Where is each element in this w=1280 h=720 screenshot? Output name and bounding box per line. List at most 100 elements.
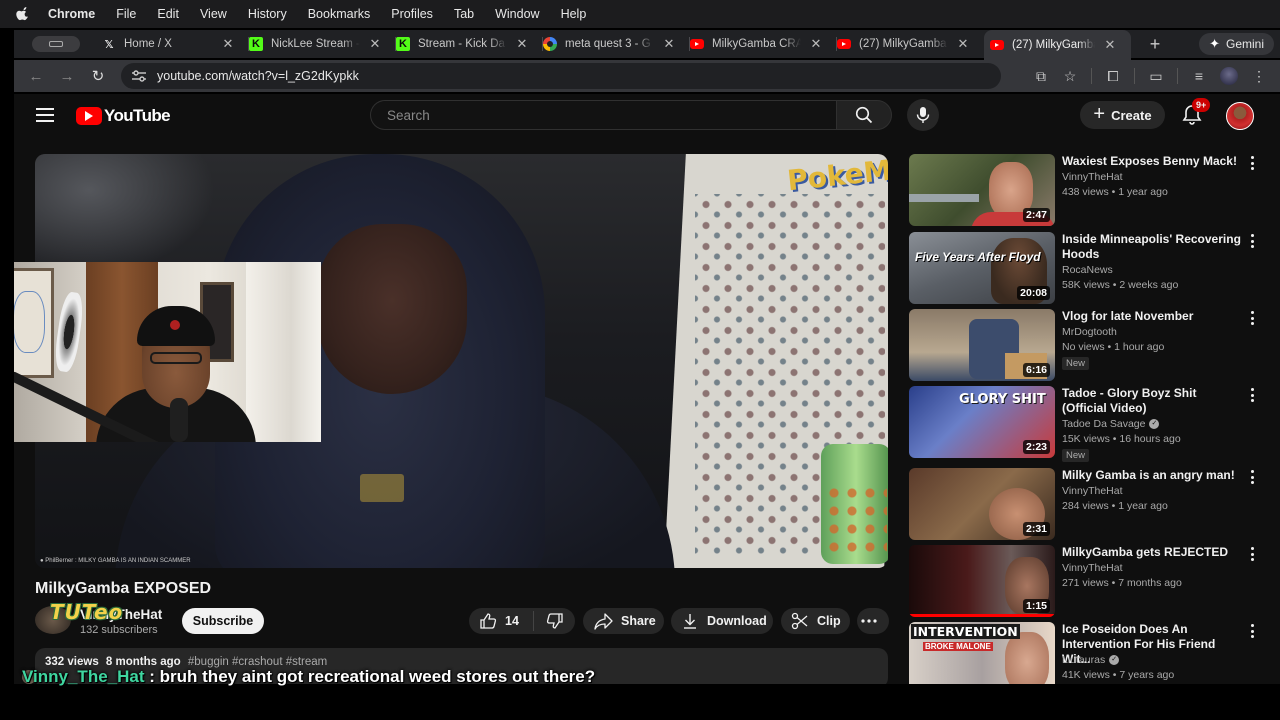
video-title[interactable]: MilkyGamba gets REJECTED [1062, 545, 1244, 560]
video-title[interactable]: Vlog for late November [1062, 309, 1244, 324]
more-vertical-icon[interactable] [1251, 311, 1255, 325]
more-vertical-icon[interactable] [1251, 388, 1255, 402]
tab-close-icon[interactable]: ✕ [515, 36, 529, 52]
video-channel[interactable]: VinnyTheHat [1062, 561, 1252, 576]
search-input[interactable]: Search [370, 100, 836, 130]
menu-view[interactable]: View [200, 7, 227, 21]
tab-close-icon[interactable]: ✕ [662, 36, 676, 52]
tab-close-icon[interactable]: ✕ [221, 36, 235, 52]
tab-search-icon[interactable] [32, 36, 80, 52]
account-avatar[interactable] [1226, 102, 1254, 130]
video-channel[interactable]: VinnyTheHat [1062, 484, 1252, 499]
download-button[interactable]: Download [671, 608, 773, 634]
menu-bookmarks[interactable]: Bookmarks [308, 7, 371, 21]
browser-tab-active[interactable]: (27) MilkyGamba ✕ [984, 30, 1131, 60]
media-controls-icon[interactable]: ≡ [1191, 68, 1207, 84]
new-tab-button[interactable]: + [1145, 34, 1165, 55]
reload-icon[interactable]: ↻ [89, 67, 107, 85]
video-title[interactable]: Tadoe - Glory Boyz Shit (Official Video) [1062, 386, 1244, 416]
recommended-video[interactable]: GLORY SHIT 2:23 Tadoe - Glory Boyz Shit … [909, 386, 1269, 462]
tab-title: Stream - Kick Da [418, 38, 505, 50]
video-meta: 271 views • 7 months ago [1062, 577, 1182, 589]
install-app-icon[interactable]: ⧉ [1033, 68, 1049, 84]
menu-tab[interactable]: Tab [454, 7, 474, 21]
clip-button[interactable]: Clip [781, 608, 850, 634]
menu-app-name[interactable]: Chrome [48, 7, 95, 21]
tab-close-icon[interactable]: ✕ [956, 36, 970, 52]
youtube-header: YouTube Search + Create 9+ [14, 94, 1280, 138]
video-thumbnail[interactable]: 6:16 [909, 309, 1055, 381]
side-panel-icon[interactable]: ▭ [1148, 68, 1164, 84]
browser-tab[interactable]: 𝕏 Home / X ✕ [102, 30, 249, 58]
browser-tab[interactable]: K Stream - Kick Da ✕ [396, 30, 543, 58]
recommended-video[interactable]: 1:15 MilkyGamba gets REJECTED VinnyTheHa… [909, 545, 1269, 617]
video-title[interactable]: Waxiest Exposes Benny Mack! [1062, 154, 1244, 169]
video-thumbnail[interactable]: GLORY SHIT 2:23 [909, 386, 1055, 458]
youtube-wordmark: YouTube [104, 106, 171, 125]
thumbnail-bench [909, 194, 979, 202]
tab-close-icon[interactable]: ✕ [368, 36, 382, 52]
video-channel[interactable]: VinnyTheHat [1062, 170, 1252, 185]
thumbs-down-icon[interactable] [546, 612, 564, 630]
more-actions-button[interactable] [857, 608, 889, 634]
site-settings-icon[interactable] [131, 69, 147, 83]
browser-tab[interactable]: meta quest 3 - G ✕ [543, 30, 690, 58]
apple-logo-icon[interactable] [16, 7, 30, 21]
video-thumbnail[interactable]: Five Years After Floyd 20:08 [909, 232, 1055, 304]
like-count[interactable]: 14 [505, 614, 519, 628]
video-channel[interactable]: Liutauras ✓ [1062, 653, 1252, 668]
chrome-menu-icon[interactable]: ⋮ [1251, 68, 1267, 84]
search-button[interactable] [836, 100, 892, 130]
gemini-button[interactable]: ✦ Gemini [1199, 33, 1274, 55]
subscribe-button[interactable]: Subscribe [182, 608, 264, 634]
profile-avatar-icon[interactable] [1220, 67, 1238, 85]
chat-text: bruh they aint got recreational weed sto… [159, 667, 596, 686]
share-button[interactable]: Share [583, 608, 664, 634]
address-bar[interactable]: youtube.com/watch?v=l_zG2dKypkk [121, 63, 1001, 89]
extensions-puzzle-icon[interactable]: ⧠ [1105, 68, 1121, 84]
video-title[interactable]: Milky Gamba is an angry man! [1062, 468, 1244, 483]
video-thumbnail[interactable]: 1:15 [909, 545, 1055, 617]
more-vertical-icon[interactable] [1251, 624, 1255, 638]
toolbar-divider [1134, 68, 1135, 84]
recommended-video[interactable]: 2:47 Waxiest Exposes Benny Mack! VinnyTh… [909, 154, 1269, 226]
more-vertical-icon[interactable] [1251, 234, 1255, 248]
video-channel[interactable]: Tadoe Da Savage ✓ [1062, 417, 1252, 432]
toolbar-icons: ⧉ ☆ ⧠ ▭ ≡ ⋮ [1033, 60, 1280, 92]
recommended-video[interactable]: Five Years After Floyd 20:08 Inside Minn… [909, 232, 1269, 304]
more-vertical-icon[interactable] [1251, 470, 1255, 484]
voice-search-button[interactable] [907, 99, 939, 131]
create-button[interactable]: + Create [1080, 101, 1165, 129]
menu-edit[interactable]: Edit [157, 7, 179, 21]
menu-window[interactable]: Window [495, 7, 539, 21]
recommended-video[interactable]: INTERVENTION BROKE MALONE Ice Poseidon D… [909, 622, 1269, 684]
video-thumbnail[interactable]: INTERVENTION BROKE MALONE [909, 622, 1055, 684]
video-channel[interactable]: MrDogtooth [1062, 325, 1252, 340]
video-thumbnail[interactable]: 2:31 [909, 468, 1055, 540]
video-channel[interactable]: RocaNews [1062, 263, 1252, 278]
browser-tab[interactable]: MilkyGamba CRA ✕ [690, 30, 837, 58]
back-arrow-icon[interactable]: ← [27, 67, 45, 85]
recommended-video[interactable]: 6:16 Vlog for late November MrDogtooth N… [909, 309, 1269, 381]
youtube-logo[interactable]: YouTube [76, 106, 171, 126]
video-title[interactable]: Inside Minneapolis' Recovering Hoods [1062, 232, 1244, 262]
video-meta: 41K views • 7 years ago [1062, 669, 1175, 681]
tab-close-icon[interactable]: ✕ [809, 36, 823, 52]
video-thumbnail[interactable]: 2:47 [909, 154, 1055, 226]
thumbs-up-icon[interactable] [479, 612, 497, 630]
browser-tab[interactable]: (27) MilkyGamba ✕ [837, 30, 984, 58]
browser-tab[interactable]: K NickLee Stream - ✕ [249, 30, 396, 58]
menu-profiles[interactable]: Profiles [391, 7, 433, 21]
new-badge: New [1062, 357, 1090, 370]
more-vertical-icon[interactable] [1251, 547, 1255, 561]
tab-title: NickLee Stream - [271, 38, 360, 50]
menu-history[interactable]: History [248, 7, 287, 21]
menu-help[interactable]: Help [561, 7, 587, 21]
tab-close-icon[interactable]: ✕ [1103, 37, 1117, 53]
bookmark-star-icon[interactable]: ☆ [1062, 68, 1078, 84]
forward-arrow-icon[interactable]: → [58, 67, 76, 85]
recommended-video[interactable]: 2:31 Milky Gamba is an angry man! VinnyT… [909, 468, 1269, 540]
more-vertical-icon[interactable] [1251, 156, 1255, 170]
menu-file[interactable]: File [116, 7, 136, 21]
hamburger-menu-icon[interactable] [36, 108, 54, 122]
